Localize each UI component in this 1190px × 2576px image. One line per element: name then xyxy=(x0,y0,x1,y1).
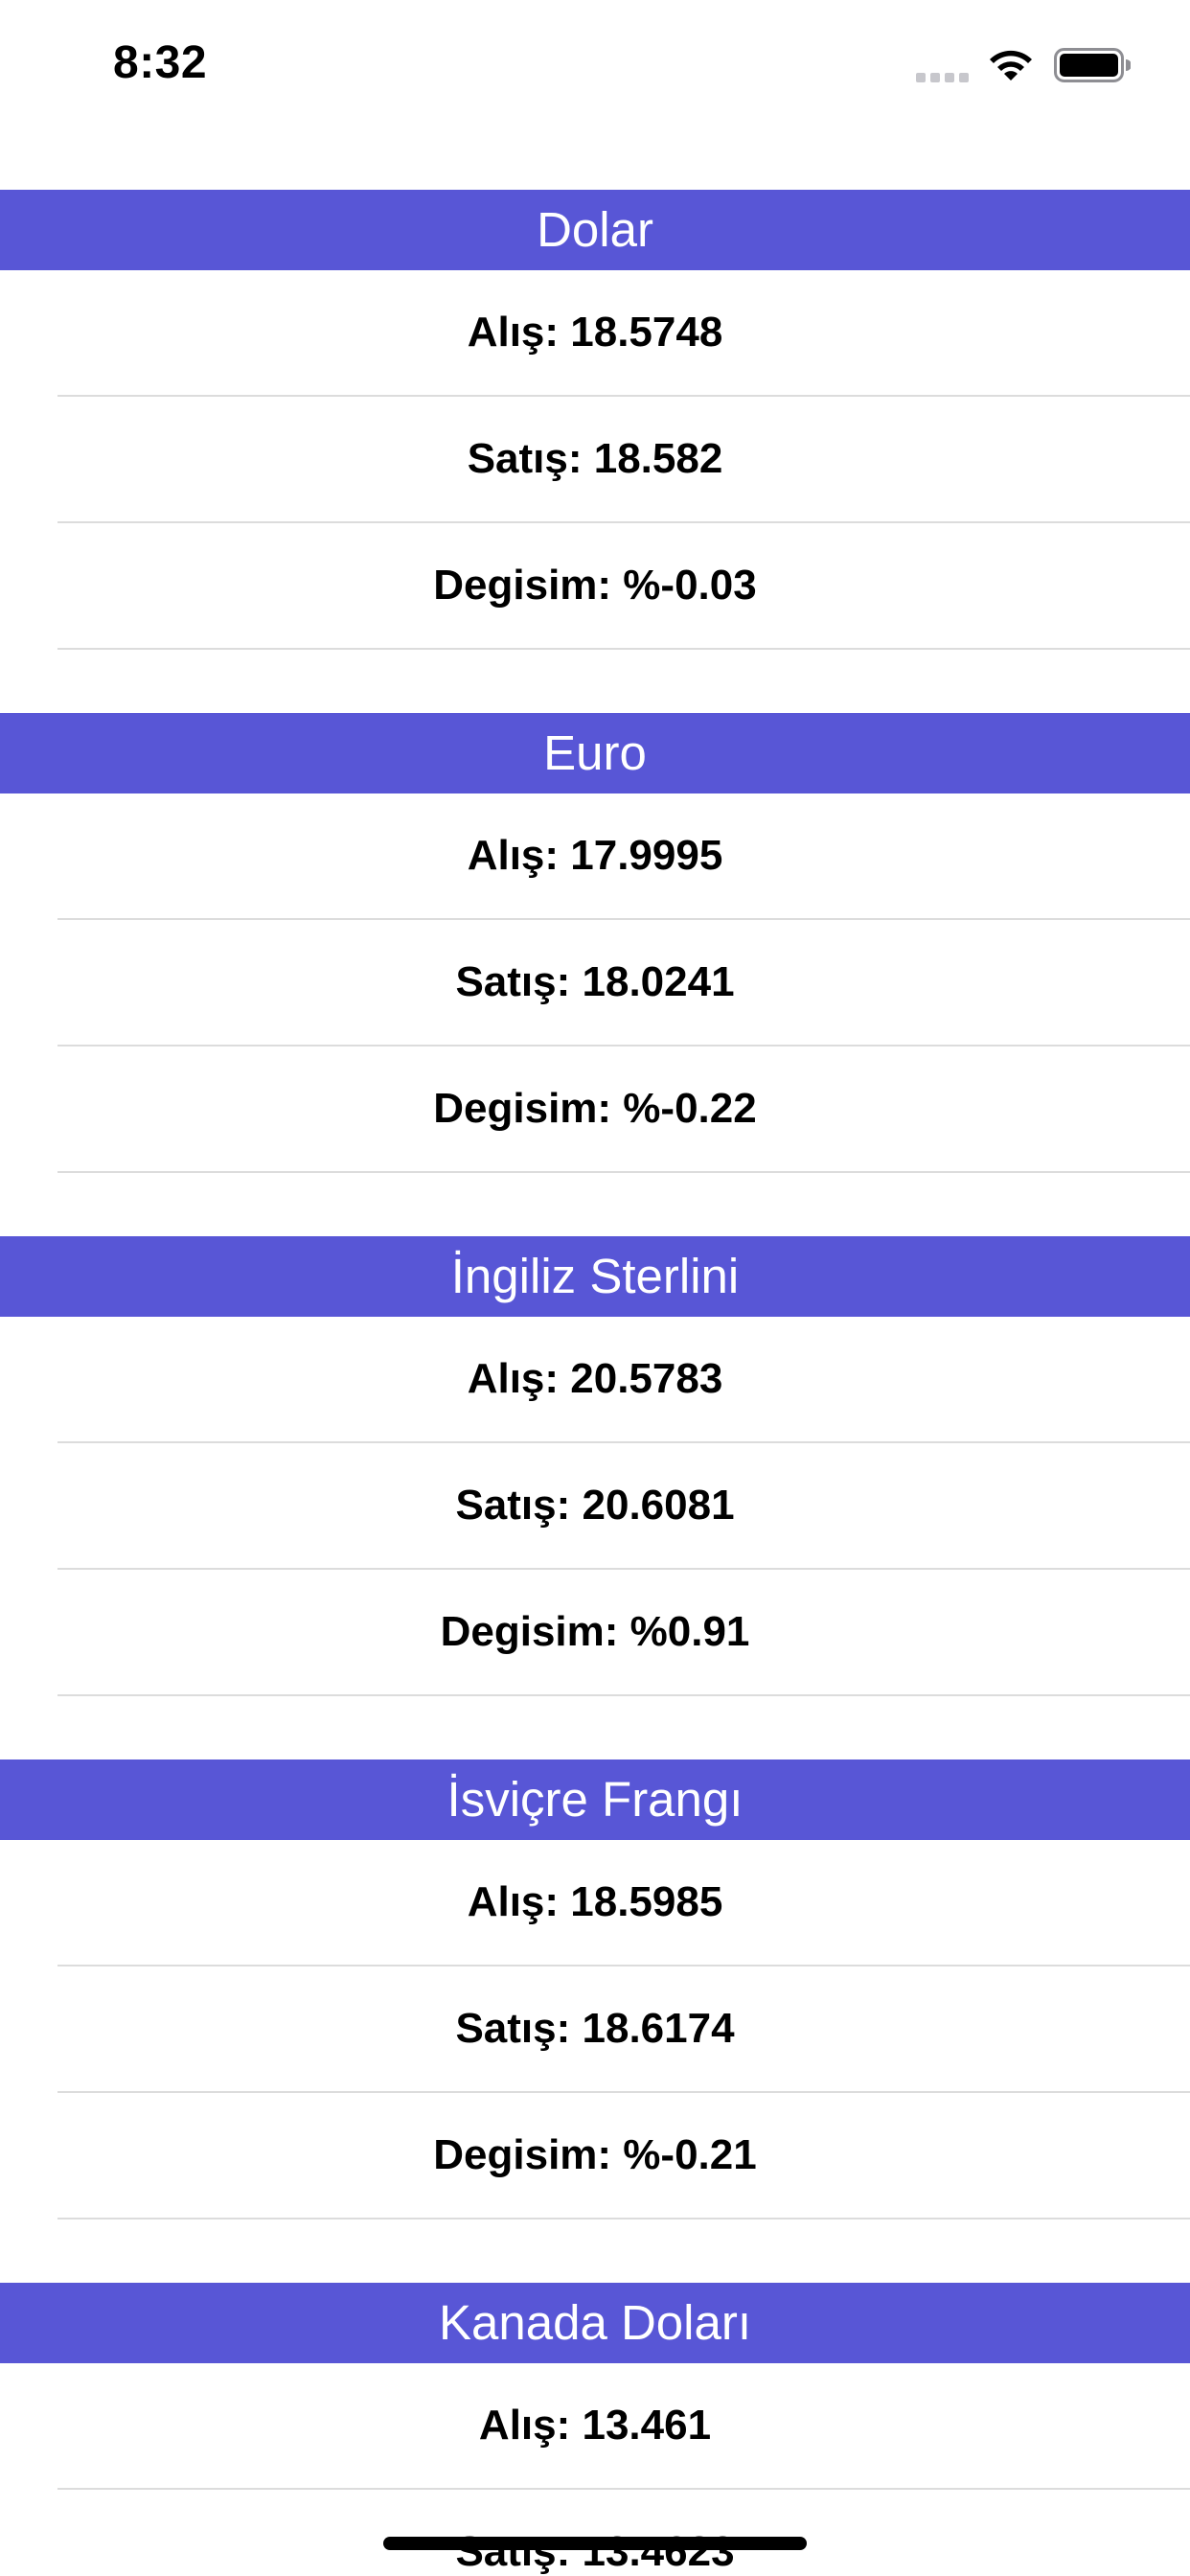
list-item-change[interactable]: Degisim: %-0.22 xyxy=(0,1046,1190,1173)
section-header: Dolar xyxy=(0,190,1190,270)
list-item-buy[interactable]: Alış: 13.461 xyxy=(0,2363,1190,2490)
list-item-change[interactable]: Degisim: %-0.21 xyxy=(0,2093,1190,2220)
wifi-icon xyxy=(990,50,1032,80)
currency-section-frank: İsviçre Frangı Alış: 18.5985 Satış: 18.6… xyxy=(0,1760,1190,2220)
status-bar: 8:32 xyxy=(0,0,1190,134)
currency-section-kanada-dolari: Kanada Doları Alış: 13.461 Satış: 13.462… xyxy=(0,2283,1190,2576)
currency-section-dolar: Dolar Alış: 18.5748 Satış: 18.582 Degisi… xyxy=(0,190,1190,650)
cellular-signal-icon xyxy=(916,73,969,82)
list-item-buy[interactable]: Alış: 20.5783 xyxy=(0,1317,1190,1443)
section-header: İsviçre Frangı xyxy=(0,1760,1190,1840)
list-item-buy[interactable]: Alış: 18.5748 xyxy=(0,270,1190,397)
list-item-buy[interactable]: Alış: 17.9995 xyxy=(0,794,1190,920)
home-indicator[interactable] xyxy=(383,2537,807,2550)
list-item-change[interactable]: Degisim: %0.91 xyxy=(0,1570,1190,1696)
list-item-change[interactable]: Degisim: %-0.03 xyxy=(0,523,1190,650)
list-item-sell[interactable]: Satış: 18.6174 xyxy=(0,1966,1190,2093)
section-header: İngiliz Sterlini xyxy=(0,1236,1190,1317)
currency-section-sterlin: İngiliz Sterlini Alış: 20.5783 Satış: 20… xyxy=(0,1236,1190,1696)
currency-list[interactable]: Dolar Alış: 18.5748 Satış: 18.582 Degisi… xyxy=(0,190,1190,2576)
status-time: 8:32 xyxy=(113,37,208,88)
list-item-sell[interactable]: Satış: 18.582 xyxy=(0,397,1190,523)
currency-section-euro: Euro Alış: 17.9995 Satış: 18.0241 Degisi… xyxy=(0,713,1190,1173)
list-item-sell[interactable]: Satış: 13.4623 xyxy=(0,2490,1190,2576)
section-header: Euro xyxy=(0,713,1190,794)
list-item-buy[interactable]: Alış: 18.5985 xyxy=(0,1840,1190,1966)
section-header: Kanada Doları xyxy=(0,2283,1190,2363)
battery-icon xyxy=(1054,48,1131,82)
screen: 8:32 Dolar Alış: 18.5748 Satış: 18.582 D… xyxy=(0,0,1190,2576)
list-item-sell[interactable]: Satış: 18.0241 xyxy=(0,920,1190,1046)
list-item-sell[interactable]: Satış: 20.6081 xyxy=(0,1443,1190,1570)
